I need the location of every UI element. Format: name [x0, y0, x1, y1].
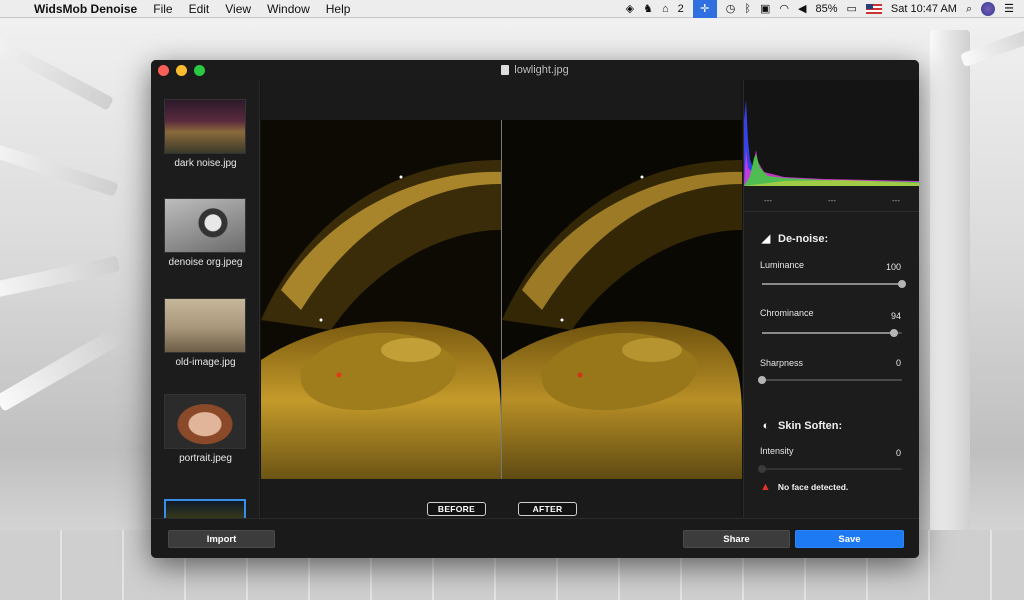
- thumbnail-label: denoise org.jpeg: [168, 257, 243, 268]
- sharpness-label: Sharpness: [760, 358, 804, 368]
- luminance-label: Luminance: [760, 260, 805, 270]
- slider-knob[interactable]: [898, 280, 906, 288]
- histogram-label: ---: [828, 196, 836, 205]
- volume-icon[interactable]: ◀: [798, 2, 806, 16]
- before-button[interactable]: BEFORE: [427, 502, 486, 516]
- menu-window[interactable]: Window: [267, 2, 310, 16]
- chrominance-value: 94: [890, 311, 901, 321]
- share-button[interactable]: Share: [683, 530, 790, 548]
- minimize-window-button[interactable]: [176, 65, 187, 76]
- bluetooth-icon[interactable]: ᛒ: [744, 2, 751, 16]
- import-button[interactable]: Import: [168, 530, 275, 548]
- thumbnail-item[interactable]: denoise org.jpeg: [164, 198, 247, 268]
- thumbnail-image[interactable]: [164, 394, 246, 449]
- adobe-icon[interactable]: ⌂: [662, 2, 669, 16]
- tracker-icon[interactable]: ◈: [626, 2, 634, 16]
- adjustment-panel: --- --- --- ◢ De-noise: Luminance 100 Ch…: [743, 80, 919, 518]
- menu-view[interactable]: View: [225, 2, 251, 16]
- app-menu[interactable]: WidsMob Denoise: [34, 2, 137, 16]
- thumbnail-sidebar[interactable]: dark noise.jpg denoise org.jpeg old-imag…: [151, 80, 260, 518]
- thumbnail-label: portrait.jpeg: [179, 453, 232, 464]
- adobe-badge: 2: [677, 2, 684, 15]
- zoom-window-button[interactable]: [194, 65, 205, 76]
- notification-center-icon[interactable]: ☰: [1004, 2, 1014, 16]
- skin-soften-title: Skin Soften:: [778, 420, 843, 432]
- thumbnail-label: old-image.jpg: [175, 357, 236, 368]
- siri-icon[interactable]: [981, 1, 996, 16]
- after-image: [502, 120, 742, 479]
- sharpness-value: 0: [895, 358, 901, 368]
- slider-fill: [762, 332, 894, 334]
- thumbnail-item[interactable]: dark noise.jpg: [164, 99, 247, 169]
- slider-knob[interactable]: [889, 329, 898, 337]
- intensity-value: 0: [895, 448, 901, 458]
- thumbnail-item[interactable]: old-image.jpg: [164, 298, 247, 368]
- before-image: [261, 120, 501, 479]
- thumbnail-image[interactable]: [164, 99, 246, 154]
- us-flag-icon[interactable]: [865, 3, 882, 14]
- before-after-preview[interactable]: [261, 120, 742, 479]
- window-title: lowlight.jpg: [514, 64, 569, 76]
- preview-canvas: BEFORE AFTER: [261, 80, 742, 518]
- slider-knob[interactable]: [758, 376, 766, 384]
- denoise-heading: ◢ De-noise:: [760, 232, 829, 246]
- slider-knob[interactable]: [758, 465, 766, 473]
- time-machine-icon[interactable]: ◷: [726, 2, 736, 16]
- thumbnail-image[interactable]: [164, 198, 246, 253]
- luminance-value: 100: [885, 262, 901, 272]
- thumbnail-item[interactable]: portrait.jpeg: [164, 394, 247, 464]
- luminance-slider[interactable]: [762, 280, 906, 288]
- menu-edit[interactable]: Edit: [189, 2, 210, 16]
- close-window-button[interactable]: [158, 65, 169, 76]
- spotlight-search-icon[interactable]: ⌕: [966, 2, 972, 16]
- histogram-labels: --- --- ---: [744, 196, 919, 205]
- evernote-icon[interactable]: ♞: [643, 2, 653, 16]
- document-icon: [501, 65, 510, 75]
- screen-tool-icon[interactable]: ✛: [692, 0, 717, 18]
- denoise-title: De-noise:: [778, 232, 829, 245]
- status-area: ◈ ♞ ⌂ 2 ✛ ◷ ᛒ ▣ ◠ ◀ 85% ▭ Sat 10:47 AM ⌕…: [626, 0, 1024, 18]
- thumbnail-image[interactable]: [164, 298, 246, 353]
- divider: [744, 211, 919, 212]
- skin-soften-heading: ◐ Skin Soften:: [760, 420, 843, 432]
- display-icon[interactable]: ▣: [760, 2, 770, 16]
- warning-text: No face detected.: [777, 482, 849, 492]
- face-warning: ▲ No face detected.: [760, 481, 848, 493]
- chrominance-label: Chrominance: [760, 308, 814, 318]
- bottom-toolbar: Import Share Save: [151, 518, 919, 558]
- histogram-label: ---: [892, 196, 900, 205]
- title-bar: lowlight.jpg: [151, 60, 919, 80]
- histogram: [744, 80, 919, 186]
- slider-fill: [762, 283, 902, 285]
- thumbnail-label: dark noise.jpg: [174, 158, 237, 169]
- battery-icon[interactable]: ▭: [847, 2, 857, 16]
- menu-help[interactable]: Help: [326, 2, 351, 16]
- face-icon: ◐: [762, 420, 770, 432]
- histogram-label: ---: [764, 196, 772, 205]
- thumbnail-item-selected[interactable]: [164, 499, 247, 518]
- chrominance-slider[interactable]: [762, 329, 902, 337]
- magic-wand-icon: ◢: [761, 233, 771, 245]
- sharpness-slider[interactable]: [758, 376, 902, 384]
- wifi-icon[interactable]: ◠: [779, 2, 789, 16]
- intensity-slider[interactable]: [758, 465, 902, 473]
- intensity-label: Intensity: [760, 446, 794, 456]
- menu-bar: WidsMob Denoise File Edit View Window He…: [0, 0, 1024, 18]
- battery-percent[interactable]: 85%: [815, 3, 837, 15]
- window-controls: [158, 65, 205, 76]
- thumbnail-image-selected[interactable]: [164, 499, 246, 518]
- menu-file[interactable]: File: [153, 2, 172, 16]
- warning-icon: ▲: [760, 481, 771, 493]
- after-button[interactable]: AFTER: [518, 502, 577, 516]
- clock[interactable]: Sat 10:47 AM: [891, 3, 957, 15]
- app-window: lowlight.jpg dark noise.jpg denoise org.…: [151, 60, 919, 558]
- save-button[interactable]: Save: [795, 530, 904, 548]
